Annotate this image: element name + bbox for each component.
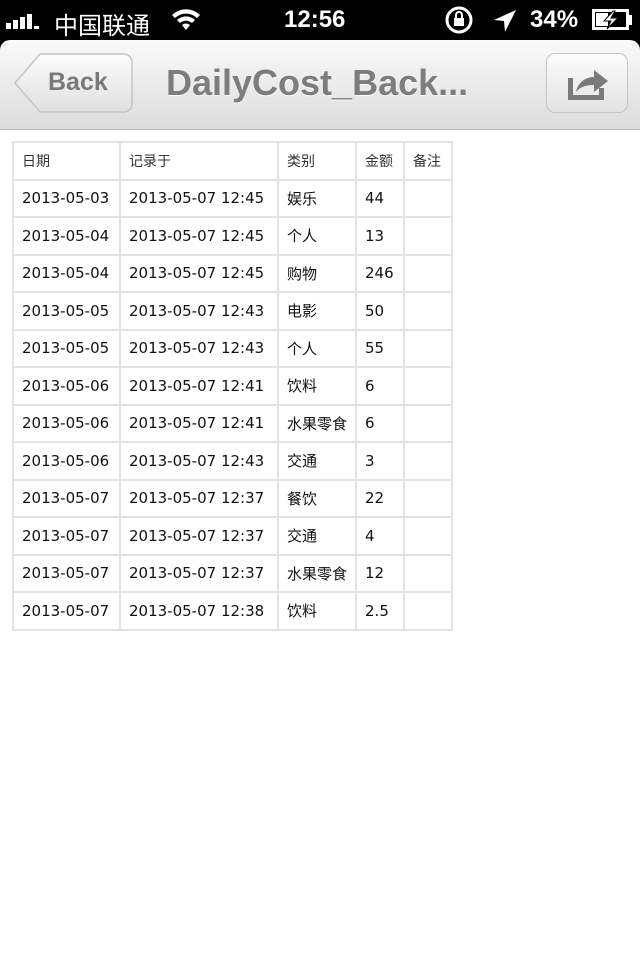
share-icon	[568, 70, 608, 100]
cell-amount: 12	[355, 553, 406, 593]
cell-note	[403, 403, 454, 443]
cell-date: 2013-05-06	[12, 366, 121, 406]
cell-date: 2013-05-05	[12, 291, 121, 331]
cell-category: 水果零食	[276, 403, 358, 443]
table-row: 2013-05-04 2013-05-07 12:45 个人 13	[12, 216, 454, 256]
cell-recorded-at: 2013-05-07 12:45	[119, 216, 279, 256]
table-header-row: 日期 记录于 类别 金额 备注	[12, 141, 454, 181]
navigation-bar: Back DailyCost_Back...	[0, 40, 640, 130]
cell-recorded-at: 2013-05-07 12:37	[119, 553, 279, 593]
cell-recorded-at: 2013-05-07 12:45	[119, 178, 279, 218]
cell-note	[403, 216, 454, 256]
cell-recorded-at: 2013-05-07 12:45	[119, 253, 279, 293]
location-icon	[492, 8, 518, 41]
table-row: 2013-05-06 2013-05-07 12:41 饮料 6	[12, 366, 454, 406]
cell-date: 2013-05-06	[12, 441, 121, 481]
cell-amount: 246	[355, 253, 406, 293]
cell-category: 购物	[276, 253, 358, 293]
page-title: DailyCost_Back...	[166, 62, 469, 103]
header-recorded-at: 记录于	[119, 141, 279, 181]
cell-amount: 50	[355, 291, 406, 331]
cell-date: 2013-05-04	[12, 253, 121, 293]
table-row: 2013-05-07 2013-05-07 12:37 交通 4	[12, 516, 454, 556]
back-button[interactable]: Back	[14, 53, 133, 113]
cell-recorded-at: 2013-05-07 12:37	[119, 478, 279, 518]
cell-note	[403, 366, 454, 406]
cell-date: 2013-05-07	[12, 591, 121, 631]
table-row: 2013-05-05 2013-05-07 12:43 电影 50	[12, 291, 454, 331]
cell-category: 饮料	[276, 591, 358, 631]
table-row: 2013-05-04 2013-05-07 12:45 购物 246	[12, 253, 454, 293]
cell-date: 2013-05-07	[12, 478, 121, 518]
cell-date: 2013-05-07	[12, 553, 121, 593]
cell-amount: 55	[355, 328, 406, 368]
cell-category: 电影	[276, 291, 358, 331]
cell-category: 交通	[276, 441, 358, 481]
cell-amount: 3	[355, 441, 406, 481]
cell-note	[403, 253, 454, 293]
cell-note	[403, 441, 454, 481]
cell-recorded-at: 2013-05-07 12:43	[119, 328, 279, 368]
cell-note	[403, 328, 454, 368]
header-note: 备注	[403, 141, 454, 181]
cell-note	[403, 478, 454, 518]
header-category: 类别	[276, 141, 358, 181]
cell-recorded-at: 2013-05-07 12:37	[119, 516, 279, 556]
battery-percent: 34%	[530, 6, 579, 33]
cell-recorded-at: 2013-05-07 12:43	[119, 291, 279, 331]
cost-table: 日期 记录于 类别 金额 备注 2013-05-03 2013-05-07 12:…	[12, 141, 454, 631]
status-bar: 中国联通 12:56 34%	[0, 0, 640, 40]
carrier: 中国联通	[54, 13, 150, 40]
cell-recorded-at: 2013-05-07 12:41	[119, 366, 279, 406]
header-amount: 金额	[355, 141, 406, 181]
clock: 12:56	[284, 6, 346, 33]
cell-date: 2013-05-05	[12, 328, 121, 368]
table-row: 2013-05-03 2013-05-07 12:45 娱乐 44	[12, 178, 454, 218]
cell-category: 饮料	[276, 366, 358, 406]
cell-date: 2013-05-03	[12, 178, 121, 218]
cell-date: 2013-05-06	[12, 403, 121, 443]
table-row: 2013-05-07 2013-05-07 12:38 饮料 2.5	[12, 591, 454, 631]
cell-category: 个人	[276, 216, 358, 256]
cell-note	[403, 591, 454, 631]
back-label: Back	[48, 68, 108, 96]
header-date: 日期	[12, 141, 121, 181]
share-button[interactable]	[546, 53, 628, 113]
cell-amount: 13	[355, 216, 406, 256]
cell-category: 娱乐	[276, 178, 358, 218]
cell-amount: 6	[355, 403, 406, 443]
table-row: 2013-05-05 2013-05-07 12:43 个人 55	[12, 328, 454, 368]
cell-note	[403, 291, 454, 331]
battery-charging-icon	[592, 9, 634, 38]
table-row: 2013-05-07 2013-05-07 12:37 餐饮 22	[12, 478, 454, 518]
cell-date: 2013-05-07	[12, 516, 121, 556]
cell-amount: 22	[355, 478, 406, 518]
cell-amount: 44	[355, 178, 406, 218]
table-row: 2013-05-07 2013-05-07 12:37 水果零食 12	[12, 553, 454, 593]
cell-category: 水果零食	[276, 553, 358, 593]
table-row: 2013-05-06 2013-05-07 12:43 交通 3	[12, 441, 454, 481]
cell-amount: 2.5	[355, 591, 406, 631]
cell-recorded-at: 2013-05-07 12:38	[119, 591, 279, 631]
cell-date: 2013-05-04	[12, 216, 121, 256]
cell-note	[403, 178, 454, 218]
cell-note	[403, 516, 454, 556]
cell-amount: 4	[355, 516, 406, 556]
signal-icon	[6, 10, 50, 38]
cell-category: 交通	[276, 516, 358, 556]
cell-recorded-at: 2013-05-07 12:41	[119, 403, 279, 443]
cell-recorded-at: 2013-05-07 12:43	[119, 441, 279, 481]
cell-category: 餐饮	[276, 478, 358, 518]
table-row: 2013-05-06 2013-05-07 12:41 水果零食 6	[12, 403, 454, 443]
cell-note	[403, 553, 454, 593]
cell-category: 个人	[276, 328, 358, 368]
rotation-lock-icon	[444, 5, 476, 42]
cell-amount: 6	[355, 366, 406, 406]
wifi-icon	[170, 6, 202, 39]
